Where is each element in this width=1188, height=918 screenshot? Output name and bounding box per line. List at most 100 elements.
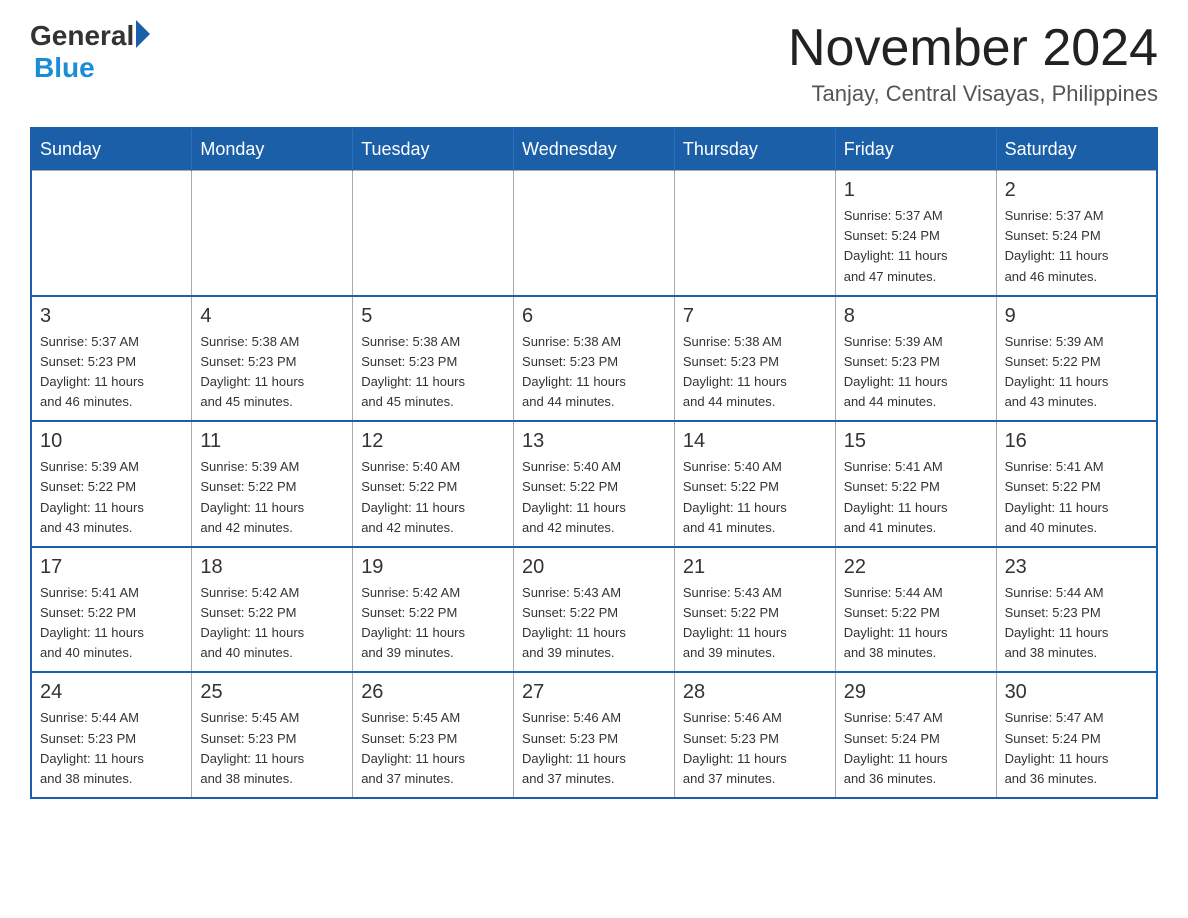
day-number: 12 xyxy=(361,430,505,453)
calendar-cell: 7Sunrise: 5:38 AMSunset: 5:23 PMDaylight… xyxy=(674,296,835,422)
day-info: Sunrise: 5:39 AMSunset: 5:22 PMDaylight:… xyxy=(1005,332,1148,413)
calendar-week-row: 3Sunrise: 5:37 AMSunset: 5:23 PMDaylight… xyxy=(31,296,1157,422)
day-number: 17 xyxy=(40,556,183,579)
day-number: 18 xyxy=(200,556,344,579)
day-info: Sunrise: 5:41 AMSunset: 5:22 PMDaylight:… xyxy=(40,583,183,664)
day-info: Sunrise: 5:38 AMSunset: 5:23 PMDaylight:… xyxy=(361,332,505,413)
day-info: Sunrise: 5:43 AMSunset: 5:22 PMDaylight:… xyxy=(522,583,666,664)
calendar-cell: 15 Sunrise: 5:41 AMSunset: 5:22 PMDayligh… xyxy=(835,421,996,547)
calendar-cell: 27 Sunrise: 5:46 AMSunset: 5:23 PMDayligh… xyxy=(514,672,675,798)
calendar-cell: 14Sunrise: 5:40 AMSunset: 5:22 PMDayligh… xyxy=(674,421,835,547)
calendar-cell: 29Sunrise: 5:47 AMSunset: 5:24 PMDayligh… xyxy=(835,672,996,798)
calendar-cell: 5 Sunrise: 5:38 AMSunset: 5:23 PMDaylight… xyxy=(353,296,514,422)
calendar-day-header: Tuesday xyxy=(353,128,514,171)
calendar-day-header: Sunday xyxy=(31,128,192,171)
calendar-cell xyxy=(674,171,835,296)
day-number: 22 xyxy=(844,556,988,579)
logo-blue-text: Blue xyxy=(34,52,95,83)
day-info: Sunrise: 5:45 AMSunset: 5:23 PMDaylight:… xyxy=(361,708,505,789)
calendar-day-header: Friday xyxy=(835,128,996,171)
calendar-week-row: 10 Sunrise: 5:39 AMSunset: 5:22 PMDayligh… xyxy=(31,421,1157,547)
day-info: Sunrise: 5:38 AMSunset: 5:23 PMDaylight:… xyxy=(522,332,666,413)
day-number: 29 xyxy=(844,681,988,704)
page-header: General Blue November 2024 Tanjay, Centr… xyxy=(30,20,1158,107)
calendar-cell: 3Sunrise: 5:37 AMSunset: 5:23 PMDaylight… xyxy=(31,296,192,422)
title-area: November 2024 Tanjay, Central Visayas, P… xyxy=(788,20,1158,107)
day-info: Sunrise: 5:40 AMSunset: 5:22 PMDaylight:… xyxy=(522,457,666,538)
calendar-table: SundayMondayTuesdayWednesdayThursdayFrid… xyxy=(30,127,1158,799)
calendar-cell: 4 Sunrise: 5:38 AMSunset: 5:23 PMDaylight… xyxy=(192,296,353,422)
calendar-cell: 13 Sunrise: 5:40 AMSunset: 5:22 PMDayligh… xyxy=(514,421,675,547)
day-number: 4 xyxy=(200,305,344,328)
calendar-cell: 28Sunrise: 5:46 AMSunset: 5:23 PMDayligh… xyxy=(674,672,835,798)
calendar-cell: 12Sunrise: 5:40 AMSunset: 5:22 PMDayligh… xyxy=(353,421,514,547)
day-number: 1 xyxy=(844,179,988,202)
calendar-cell: 6 Sunrise: 5:38 AMSunset: 5:23 PMDaylight… xyxy=(514,296,675,422)
day-info: Sunrise: 5:44 AMSunset: 5:22 PMDaylight:… xyxy=(844,583,988,664)
calendar-cell: 24 Sunrise: 5:44 AMSunset: 5:23 PMDayligh… xyxy=(31,672,192,798)
day-number: 15 xyxy=(844,430,988,453)
calendar-cell: 16 Sunrise: 5:41 AMSunset: 5:22 PMDayligh… xyxy=(996,421,1157,547)
calendar-cell xyxy=(31,171,192,296)
calendar-cell: 10 Sunrise: 5:39 AMSunset: 5:22 PMDayligh… xyxy=(31,421,192,547)
day-number: 19 xyxy=(361,556,505,579)
calendar-day-header: Wednesday xyxy=(514,128,675,171)
calendar-cell: 8Sunrise: 5:39 AMSunset: 5:23 PMDaylight… xyxy=(835,296,996,422)
day-info: Sunrise: 5:41 AMSunset: 5:22 PMDaylight:… xyxy=(1005,457,1148,538)
calendar-week-row: 1 Sunrise: 5:37 AMSunset: 5:24 PMDaylight… xyxy=(31,171,1157,296)
calendar-cell: 2 Sunrise: 5:37 AMSunset: 5:24 PMDaylight… xyxy=(996,171,1157,296)
day-info: Sunrise: 5:46 AMSunset: 5:23 PMDaylight:… xyxy=(522,708,666,789)
day-info: Sunrise: 5:39 AMSunset: 5:22 PMDaylight:… xyxy=(40,457,183,538)
day-info: Sunrise: 5:47 AMSunset: 5:24 PMDaylight:… xyxy=(1005,708,1148,789)
day-number: 25 xyxy=(200,681,344,704)
day-number: 27 xyxy=(522,681,666,704)
calendar-cell xyxy=(514,171,675,296)
calendar-cell: 1 Sunrise: 5:37 AMSunset: 5:24 PMDaylight… xyxy=(835,171,996,296)
day-info: Sunrise: 5:44 AMSunset: 5:23 PMDaylight:… xyxy=(40,708,183,789)
calendar-day-header: Monday xyxy=(192,128,353,171)
day-number: 24 xyxy=(40,681,183,704)
calendar-cell: 22 Sunrise: 5:44 AMSunset: 5:22 PMDayligh… xyxy=(835,547,996,673)
day-info: Sunrise: 5:41 AMSunset: 5:22 PMDaylight:… xyxy=(844,457,988,538)
calendar-week-row: 17 Sunrise: 5:41 AMSunset: 5:22 PMDayligh… xyxy=(31,547,1157,673)
day-number: 16 xyxy=(1005,430,1148,453)
day-info: Sunrise: 5:37 AMSunset: 5:24 PMDaylight:… xyxy=(844,206,988,287)
day-info: Sunrise: 5:38 AMSunset: 5:23 PMDaylight:… xyxy=(200,332,344,413)
day-number: 30 xyxy=(1005,681,1148,704)
day-number: 26 xyxy=(361,681,505,704)
day-number: 3 xyxy=(40,305,183,328)
logo-general-text: General xyxy=(30,20,134,52)
day-number: 11 xyxy=(200,430,344,453)
calendar-cell: 30 Sunrise: 5:47 AMSunset: 5:24 PMDayligh… xyxy=(996,672,1157,798)
day-number: 5 xyxy=(361,305,505,328)
day-number: 8 xyxy=(844,305,988,328)
calendar-cell: 11 Sunrise: 5:39 AMSunset: 5:22 PMDayligh… xyxy=(192,421,353,547)
day-info: Sunrise: 5:45 AMSunset: 5:23 PMDaylight:… xyxy=(200,708,344,789)
day-number: 13 xyxy=(522,430,666,453)
day-number: 7 xyxy=(683,305,827,328)
day-info: Sunrise: 5:37 AMSunset: 5:24 PMDaylight:… xyxy=(1005,206,1148,287)
day-info: Sunrise: 5:46 AMSunset: 5:23 PMDaylight:… xyxy=(683,708,827,789)
day-number: 9 xyxy=(1005,305,1148,328)
day-info: Sunrise: 5:42 AMSunset: 5:22 PMDaylight:… xyxy=(200,583,344,664)
calendar-day-header: Saturday xyxy=(996,128,1157,171)
day-info: Sunrise: 5:44 AMSunset: 5:23 PMDaylight:… xyxy=(1005,583,1148,664)
day-number: 21 xyxy=(683,556,827,579)
calendar-cell xyxy=(353,171,514,296)
calendar-cell: 26 Sunrise: 5:45 AMSunset: 5:23 PMDayligh… xyxy=(353,672,514,798)
calendar-cell: 18 Sunrise: 5:42 AMSunset: 5:22 PMDayligh… xyxy=(192,547,353,673)
calendar-cell: 21 Sunrise: 5:43 AMSunset: 5:22 PMDayligh… xyxy=(674,547,835,673)
day-number: 20 xyxy=(522,556,666,579)
day-info: Sunrise: 5:43 AMSunset: 5:22 PMDaylight:… xyxy=(683,583,827,664)
day-number: 2 xyxy=(1005,179,1148,202)
calendar-cell xyxy=(192,171,353,296)
logo-arrow-icon xyxy=(136,20,150,48)
day-info: Sunrise: 5:39 AMSunset: 5:22 PMDaylight:… xyxy=(200,457,344,538)
location-subtitle: Tanjay, Central Visayas, Philippines xyxy=(788,81,1158,107)
day-info: Sunrise: 5:42 AMSunset: 5:22 PMDaylight:… xyxy=(361,583,505,664)
month-title: November 2024 xyxy=(788,20,1158,77)
day-number: 10 xyxy=(40,430,183,453)
calendar-cell: 17 Sunrise: 5:41 AMSunset: 5:22 PMDayligh… xyxy=(31,547,192,673)
day-number: 23 xyxy=(1005,556,1148,579)
day-number: 6 xyxy=(522,305,666,328)
